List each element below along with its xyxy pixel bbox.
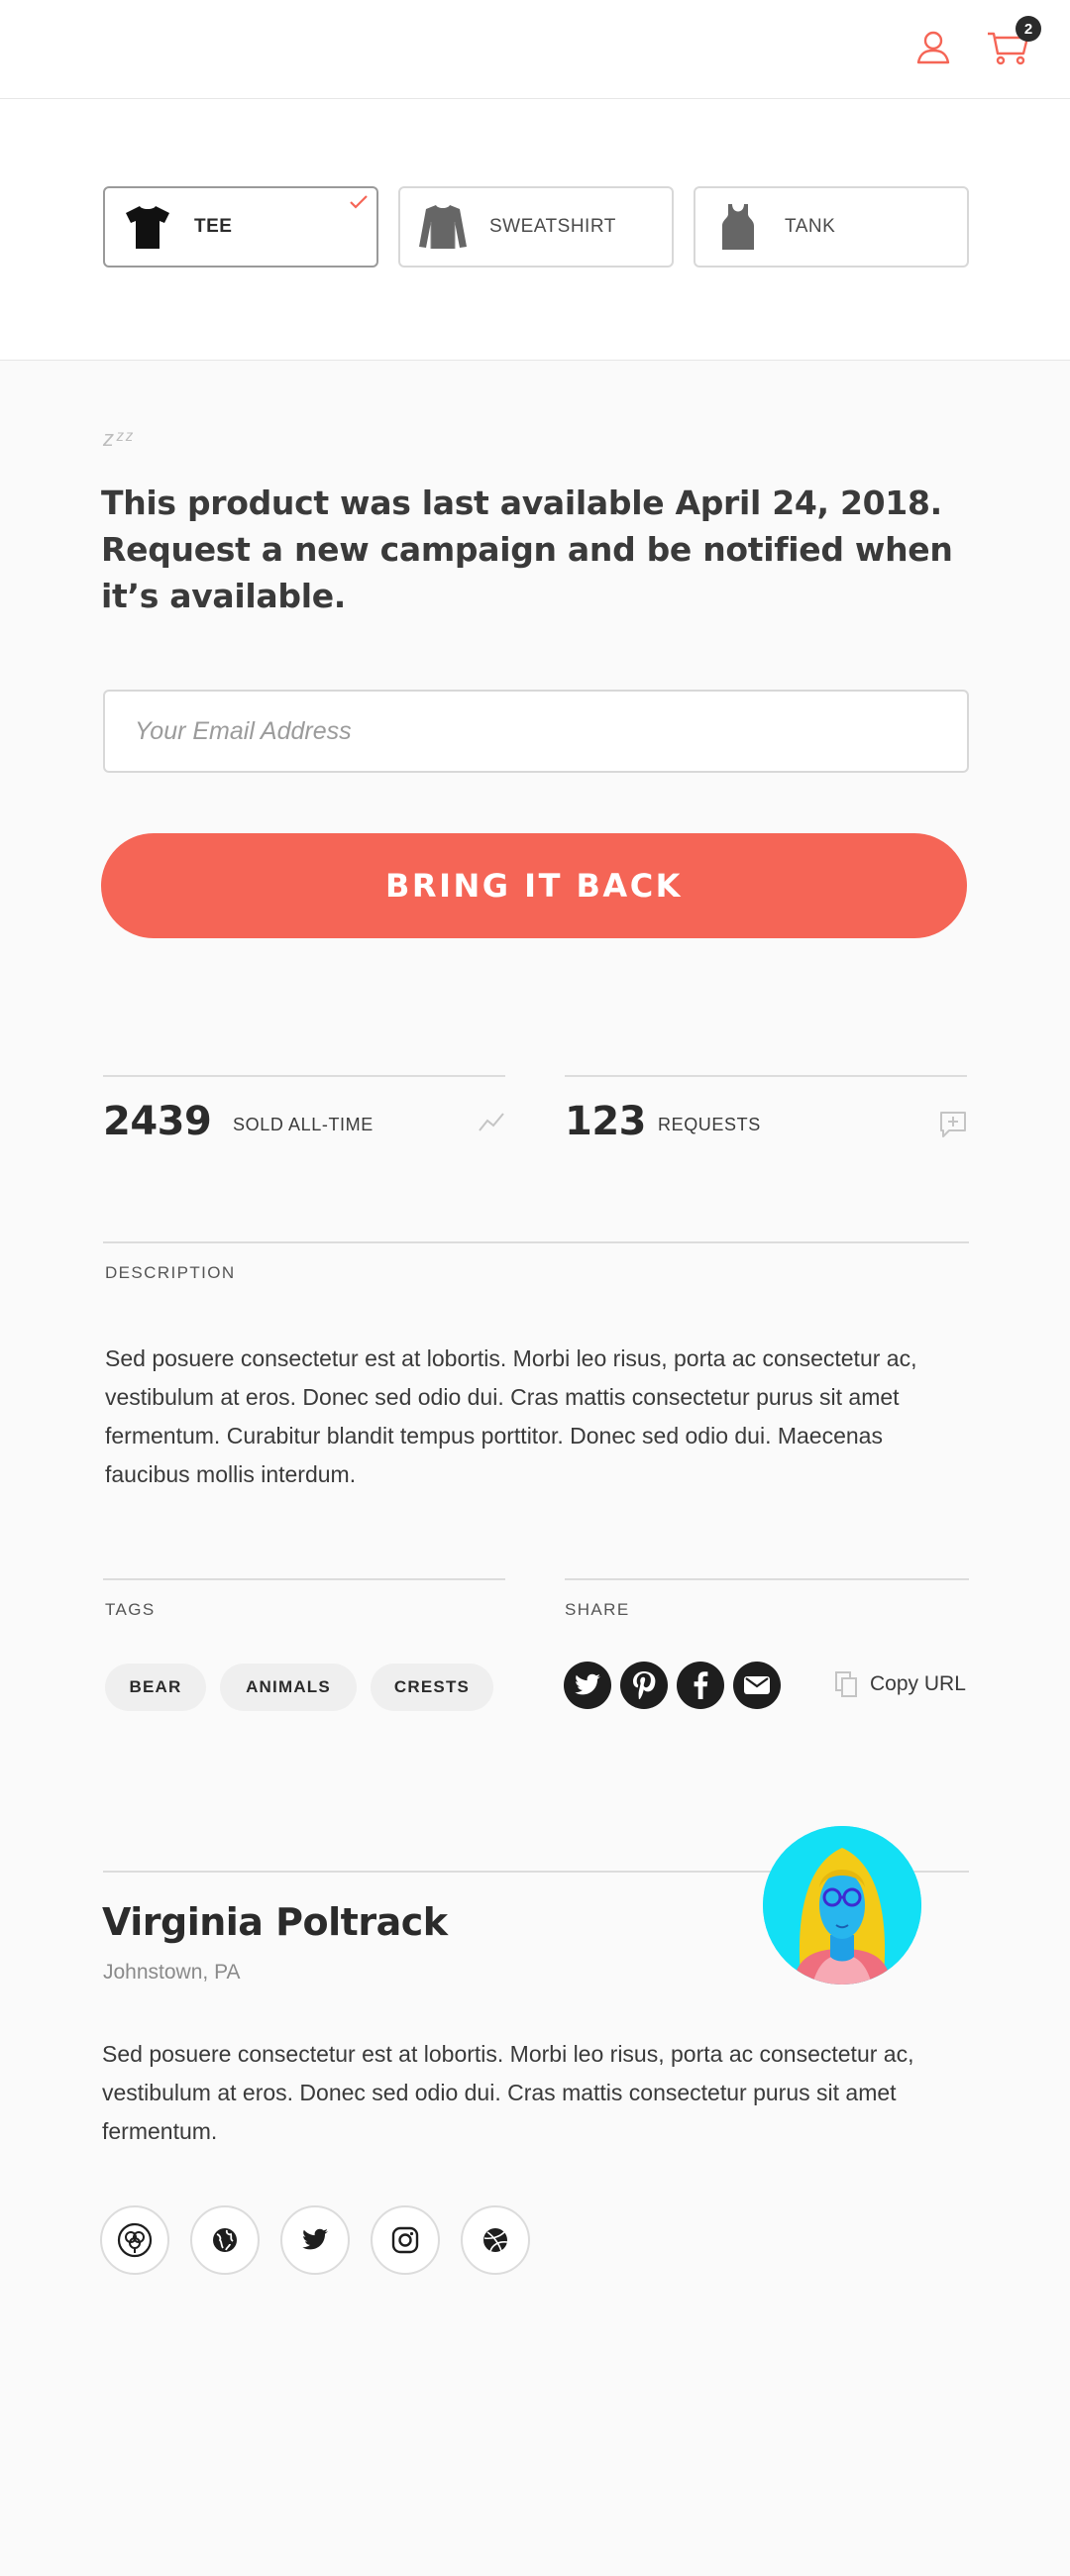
sold-stat: 2439 SOLD ALL-TIME — [103, 1075, 505, 1174]
product-option-sweatshirt[interactable]: SWEATSHIRT — [398, 186, 674, 268]
description-label: DESCRIPTION — [105, 1263, 236, 1282]
share-label: SHARE — [565, 1600, 630, 1619]
user-icon[interactable] — [911, 26, 955, 69]
trend-icon — [478, 1111, 505, 1137]
tags-label: TAGS — [105, 1600, 156, 1619]
globe-icon[interactable] — [190, 2205, 260, 2275]
threadless-icon[interactable] — [100, 2205, 169, 2275]
divider — [565, 1578, 969, 1580]
requests-count: 123 — [565, 1099, 647, 1144]
copy-url-label: Copy URL — [870, 1672, 966, 1695]
twitter-icon[interactable] — [564, 1662, 611, 1709]
tag-crests[interactable]: CRESTS — [371, 1664, 493, 1711]
artist-location: Johnstown, PA — [103, 1961, 241, 1984]
product-option-label: SWEATSHIRT — [489, 216, 616, 237]
sold-count: 2439 — [103, 1099, 212, 1144]
check-icon — [349, 194, 369, 215]
pinterest-icon[interactable] — [620, 1662, 668, 1709]
sweatshirt-icon — [416, 200, 470, 254]
twitter-icon[interactable] — [280, 2205, 350, 2275]
unavailable-message: This product was last available April 24… — [101, 483, 953, 615]
tag-bear[interactable]: BEAR — [105, 1664, 206, 1711]
product-type-selector: TEE SWEATSHIRT TANK — [0, 99, 1070, 361]
copy-url-button[interactable]: Copy URL — [834, 1670, 966, 1698]
requests-stat: 123 REQUESTS — [565, 1075, 967, 1174]
email-icon[interactable] — [733, 1662, 781, 1709]
artist-avatar[interactable] — [763, 1826, 921, 1985]
divider — [103, 1578, 505, 1580]
facebook-icon[interactable] — [677, 1662, 724, 1709]
divider — [103, 1241, 969, 1243]
product-option-tee[interactable]: TEE — [103, 186, 378, 268]
product-option-tank[interactable]: TANK — [694, 186, 969, 268]
description-body: Sed posuere consectetur est at lobortis.… — [105, 1345, 917, 1487]
tag-animals[interactable]: ANIMALS — [220, 1664, 357, 1711]
tshirt-icon — [121, 200, 174, 254]
artist-bio: Sed posuere consectetur est at lobortis.… — [102, 2041, 914, 2144]
cart-icon[interactable]: 2 — [986, 16, 1041, 69]
bring-it-back-button[interactable]: BRING IT BACK — [101, 833, 967, 938]
email-field[interactable] — [103, 690, 969, 773]
artist-name[interactable]: Virginia Poltrack — [102, 1900, 448, 1944]
add-comment-icon — [939, 1111, 967, 1143]
requests-label: REQUESTS — [658, 1115, 761, 1134]
product-option-label: TANK — [785, 216, 836, 237]
sleep-zzz-icon: zᶻᶻ — [103, 426, 135, 451]
product-option-label: TEE — [194, 216, 233, 237]
site-header: 2 — [0, 0, 1070, 99]
cart-count-badge: 2 — [1016, 16, 1041, 42]
sold-label: SOLD ALL-TIME — [233, 1115, 374, 1134]
dribbble-icon[interactable] — [461, 2205, 530, 2275]
copy-icon — [835, 1671, 857, 1697]
tank-icon — [711, 200, 765, 254]
instagram-icon[interactable] — [371, 2205, 440, 2275]
